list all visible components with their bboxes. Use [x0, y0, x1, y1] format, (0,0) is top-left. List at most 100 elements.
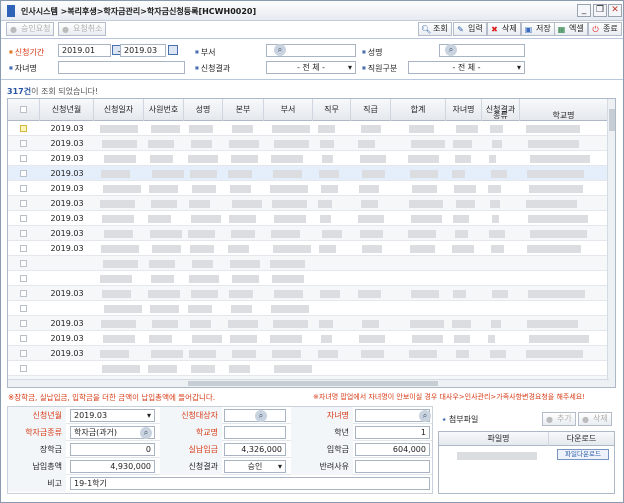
reject-label: 반려사유	[291, 458, 353, 475]
req-month-cell	[40, 301, 94, 316]
scholarship-field[interactable]: 0	[70, 443, 155, 456]
row-checkbox[interactable]	[20, 350, 27, 357]
row-checkbox[interactable]	[20, 320, 27, 327]
row-checkbox[interactable]	[20, 365, 27, 372]
row-checkbox[interactable]	[20, 140, 27, 147]
filter-divider	[1, 79, 623, 80]
req-month-select[interactable]: 2019.03	[70, 409, 155, 422]
entrance-field[interactable]: 604,000	[355, 443, 430, 456]
target-search-icon[interactable]: ⌕	[255, 410, 267, 422]
table-row[interactable]: 2019.03	[8, 316, 609, 331]
row-checkbox[interactable]	[20, 335, 27, 342]
calendar-icon[interactable]	[168, 45, 178, 55]
redacted-cell	[148, 215, 171, 223]
table-row[interactable]: 2019.03	[8, 346, 609, 361]
period-to-input[interactable]: 2019.03	[120, 44, 166, 57]
jobtype-select[interactable]: - 전 체 -	[408, 61, 525, 74]
redacted-cell	[320, 140, 334, 148]
table-row[interactable]: 2019.03	[8, 181, 609, 196]
file-download-button[interactable]: 파일다운로드	[557, 449, 609, 460]
redacted-cell	[453, 215, 469, 223]
row-checkbox[interactable]	[20, 290, 27, 297]
req-month-cell: 2019.03	[50, 154, 84, 163]
grid-col-header: 자녀명	[446, 99, 482, 121]
row-checkbox[interactable]	[20, 245, 27, 252]
detail-row: 비고 19-1학기	[8, 475, 432, 492]
redacted-cell	[409, 200, 443, 208]
row-checkbox[interactable]	[20, 155, 27, 162]
row-checkbox[interactable]	[20, 215, 27, 222]
close-window-button[interactable]: ✕	[608, 4, 622, 17]
redacted-cell	[490, 200, 500, 208]
table-row[interactable]: 2019.03	[8, 196, 609, 211]
grid-col-header: 직급	[351, 99, 391, 121]
table-row[interactable]: 2019.03	[8, 166, 609, 181]
table-row[interactable]: 2019.03	[8, 136, 609, 151]
row-checkbox[interactable]	[20, 230, 27, 237]
redacted-cell	[152, 245, 181, 253]
row-checkbox[interactable]	[20, 170, 27, 177]
table-row[interactable]	[8, 301, 609, 316]
vertical-scroll-thumb[interactable]	[609, 109, 615, 131]
child-name-field[interactable]	[58, 61, 185, 74]
row-checkbox[interactable]	[20, 275, 27, 282]
kind-search-icon[interactable]: ⌕	[140, 427, 152, 439]
select-all-checkbox[interactable]	[20, 106, 27, 113]
save-button[interactable]: ▣ 저장	[521, 22, 555, 36]
attach-add-button[interactable]: ● 추가	[542, 412, 576, 426]
table-row[interactable]	[8, 361, 609, 376]
attach-remove-button[interactable]: ● 삭제	[578, 412, 612, 426]
horizontal-scroll-thumb[interactable]	[188, 381, 438, 386]
result-detail-select[interactable]: 승인	[224, 460, 286, 473]
horizontal-scrollbar[interactable]	[8, 379, 609, 387]
result-grid[interactable]: 신청년월 신청일자 사원번호 성명 본부 부서 직무 직급 합계 자녀명 신청결과 종류 학교명 201…	[7, 98, 616, 388]
reject-field[interactable]	[355, 460, 430, 473]
table-row[interactable]: 2019.03	[8, 331, 609, 346]
close-button[interactable]: ⏻ 종료	[588, 22, 622, 36]
row-checkbox[interactable]	[20, 305, 27, 312]
result-select[interactable]: - 전 체 -	[266, 61, 356, 74]
redacted-cell	[488, 335, 495, 343]
table-row[interactable]: 2019.03	[8, 151, 609, 166]
school-field[interactable]	[224, 426, 286, 439]
period-from-input[interactable]: 2019.01	[58, 44, 111, 57]
excel-button[interactable]: ▦ 엑셀	[554, 22, 588, 36]
redacted-cell	[149, 260, 175, 268]
select-all-checkbox-col[interactable]	[8, 99, 40, 121]
grade-field[interactable]: 1	[355, 426, 430, 439]
restore-button[interactable]: ❐	[593, 4, 607, 17]
search-button[interactable]: 🔍︎ 조회	[418, 22, 452, 36]
input-button[interactable]: ✎ 입력	[453, 22, 487, 36]
row-checkbox[interactable]	[20, 125, 27, 132]
table-row[interactable]	[8, 256, 609, 271]
name-search-icon[interactable]: ⌕	[445, 44, 457, 56]
redacted-cell	[527, 170, 584, 178]
row-checkbox[interactable]	[20, 260, 27, 267]
redacted-cell	[190, 245, 214, 253]
redacted-cell	[188, 230, 215, 238]
memo-field[interactable]: 19-1학기	[70, 477, 430, 490]
table-row[interactable]: 2019.03	[8, 121, 609, 136]
vertical-scrollbar[interactable]	[607, 99, 615, 387]
redacted-cell	[320, 215, 331, 223]
req-month-cell: 2019.03	[50, 349, 84, 358]
grid-col-header: 성명	[184, 99, 223, 121]
table-row[interactable]	[8, 271, 609, 286]
table-row[interactable]: 2019.03	[8, 286, 609, 301]
row-checkbox[interactable]	[20, 200, 27, 207]
redacted-cell	[100, 200, 135, 208]
delete-button[interactable]: ✖ 삭제	[487, 22, 521, 36]
row-checkbox[interactable]	[20, 185, 27, 192]
approval-request-button[interactable]: ● 승인요청	[6, 22, 55, 36]
approval-request-label: 승인요청	[21, 24, 51, 33]
minimize-button[interactable]: _	[577, 4, 591, 17]
paid-field[interactable]: 4,326,000	[224, 443, 286, 456]
dept-search-icon[interactable]: ⌕	[274, 44, 286, 56]
table-row[interactable]: 2019.03	[8, 241, 609, 256]
school-label: 학교명	[160, 424, 222, 441]
table-row[interactable]: 2019.03	[8, 226, 609, 241]
approval-cancel-button[interactable]: ● 요청취소	[58, 22, 107, 36]
child-search-icon[interactable]: ⌕	[419, 410, 431, 422]
add-icon: ●	[546, 415, 553, 424]
table-row[interactable]: 2019.03	[8, 211, 609, 226]
